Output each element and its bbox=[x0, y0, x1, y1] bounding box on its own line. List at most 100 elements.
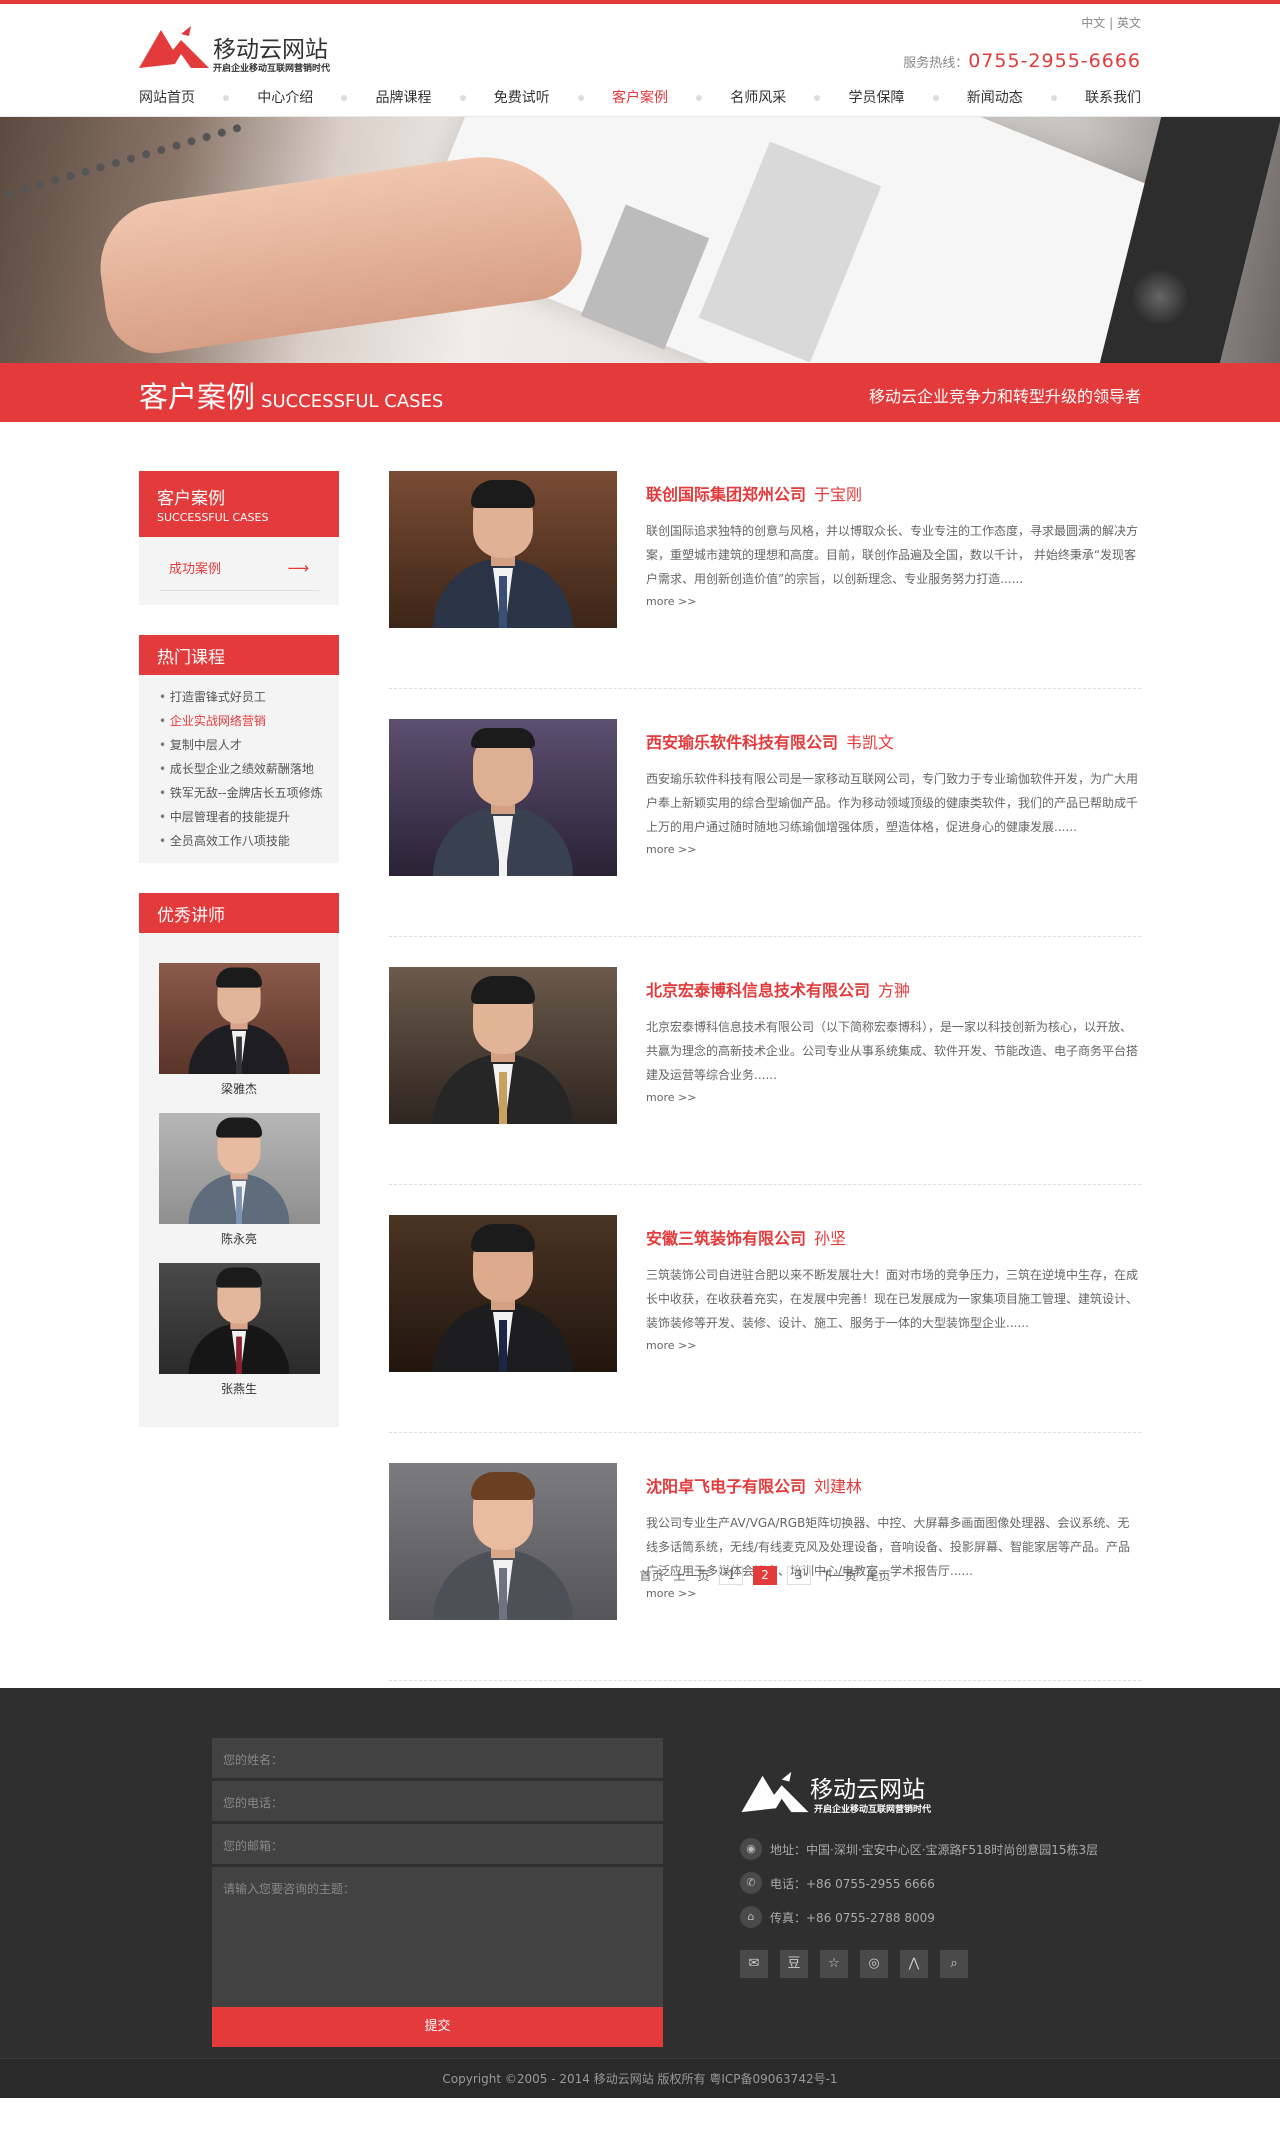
case-photo[interactable] bbox=[389, 1463, 617, 1620]
course-item[interactable]: 全员高效工作八项技能 bbox=[159, 829, 339, 853]
site-footer: 您的姓名： 您的电话： 您的邮箱： 请输入您要咨询的主题： 提交 移动云网站 开… bbox=[0, 1688, 1280, 2098]
site-logo[interactable]: 移动云网站 开启企业移动互联网营销时代 bbox=[139, 24, 339, 74]
pager-page-current[interactable]: 2 bbox=[753, 1566, 777, 1585]
nav-separator bbox=[1050, 95, 1057, 101]
main-content: 客户案例 SUCCESSFUL CASES 成功案例 ⟶ 热门课程 打造雷锋式好… bbox=[139, 422, 1141, 1688]
teacher-name: 梁雅杰 bbox=[220, 1082, 257, 1096]
renren-icon[interactable]: ⋀ bbox=[900, 1950, 928, 1978]
course-item[interactable]: 打造雷锋式好员工 bbox=[159, 685, 339, 709]
course-item[interactable]: 中层管理者的技能提升 bbox=[159, 805, 339, 829]
search-icon[interactable]: ⌕ bbox=[940, 1950, 968, 1978]
case-company: 安徽三筑装饰有限公司 bbox=[646, 1229, 807, 1248]
course-item[interactable]: 复制中层人才 bbox=[159, 733, 339, 757]
lang-cn-link[interactable]: 中文 bbox=[1081, 16, 1105, 30]
course-item[interactable]: 企业实战网络营销 bbox=[159, 709, 339, 733]
case-photo[interactable] bbox=[389, 719, 617, 876]
fax-text: 传真：+86 0755-2788 8009 bbox=[770, 1910, 935, 1925]
case-person: 韦凯文 bbox=[846, 733, 895, 752]
star-icon[interactable]: ☆ bbox=[820, 1950, 848, 1978]
nav-news[interactable]: 新闻动态 bbox=[967, 87, 1023, 107]
social-links: ✉ 豆 ☆ ◎ ⋀ ⌕ bbox=[740, 1950, 1120, 1978]
case-photo[interactable] bbox=[389, 967, 617, 1124]
case-title[interactable]: 安徽三筑装饰有限公司 孙坚 bbox=[646, 1225, 1141, 1249]
case-item: 安徽三筑装饰有限公司 孙坚 三筑装饰公司自进驻合肥以来不断发展壮大！面对市场的竞争… bbox=[389, 1215, 1141, 1433]
case-company: 沈阳卓飞电子有限公司 bbox=[646, 1477, 807, 1496]
pager-next[interactable]: 下一页 bbox=[821, 1567, 857, 1584]
case-item: 西安瑜乐软件科技有限公司 韦凯文 西安瑜乐软件科技有限公司是一家移动互联网公司，专… bbox=[389, 719, 1141, 937]
pager-first[interactable]: 首页 bbox=[639, 1567, 663, 1584]
nav-contact[interactable]: 联系我们 bbox=[1085, 87, 1141, 107]
hotline-label: 服务热线： bbox=[903, 56, 969, 71]
email-field[interactable]: 您的邮箱： bbox=[212, 1824, 663, 1864]
lang-separator: | bbox=[1109, 16, 1114, 30]
weibo-icon[interactable]: ◎ bbox=[860, 1950, 888, 1978]
case-photo[interactable] bbox=[389, 471, 617, 628]
language-switch: 中文 | 英文 bbox=[1081, 14, 1141, 31]
hotline: 服务热线：0755-2955-6666 bbox=[903, 50, 1141, 72]
name-field[interactable]: 您的姓名： bbox=[212, 1738, 663, 1778]
pager-page[interactable]: 1 bbox=[719, 1566, 744, 1585]
sidebar-cases-title: 客户案例 bbox=[157, 489, 225, 509]
submit-button[interactable]: 提交 bbox=[212, 2007, 663, 2047]
sidebar-teachers-box: 优秀讲师 梁雅杰 陈永亮 张燕生 bbox=[139, 893, 339, 1427]
sidebar-link-label: 成功案例 bbox=[169, 562, 222, 577]
case-description: 西安瑜乐软件科技有限公司是一家移动互联网公司，专门致力于专业瑜伽软件开发，为广大… bbox=[646, 772, 1139, 834]
pager-page[interactable]: 3 bbox=[786, 1566, 811, 1585]
nav-teachers[interactable]: 名师风采 bbox=[730, 87, 786, 107]
nav-courses[interactable]: 品牌课程 bbox=[376, 87, 432, 107]
case-title[interactable]: 西安瑜乐软件科技有限公司 韦凯文 bbox=[646, 729, 1141, 753]
footer-logo-subtitle: 开启企业移动互联网营销时代 bbox=[814, 1805, 932, 1815]
case-person: 刘建林 bbox=[814, 1477, 863, 1496]
case-person: 孙坚 bbox=[814, 1229, 847, 1248]
phone-field[interactable]: 您的电话： bbox=[212, 1781, 663, 1821]
wechat-icon[interactable]: ✉ bbox=[740, 1950, 768, 1978]
nav-cases[interactable]: 客户案例 bbox=[612, 87, 668, 107]
course-item[interactable]: 铁军无敌--金牌店长五项修炼 bbox=[159, 781, 339, 805]
sidebar: 客户案例 SUCCESSFUL CASES 成功案例 ⟶ 热门课程 打造雷锋式好… bbox=[139, 471, 339, 1457]
case-more-link[interactable]: more >> bbox=[646, 1091, 1141, 1104]
case-title[interactable]: 沈阳卓飞电子有限公司 刘建林 bbox=[646, 1473, 1141, 1497]
location-icon: ◉ bbox=[740, 1838, 762, 1860]
teacher-card[interactable]: 梁雅杰 bbox=[158, 963, 320, 1097]
sidebar-cases-subtitle: SUCCESSFUL CASES bbox=[157, 511, 269, 524]
address-text: 地址：中国·深圳·宝安中心区·宝源路F518时尚创意园15栋3层 bbox=[770, 1842, 1099, 1857]
footer-logo-text: 移动云网站 bbox=[810, 1777, 925, 1803]
case-description: 三筑装饰公司自进驻合肥以来不断发展壮大！面对市场的竞争压力，三筑在逆境中生存，在… bbox=[646, 1268, 1139, 1330]
nav-separator bbox=[223, 95, 230, 101]
case-title[interactable]: 联创国际集团郑州公司 于宝刚 bbox=[646, 481, 1141, 505]
contact-form: 您的姓名： 您的电话： 您的邮箱： 请输入您要咨询的主题： 提交 bbox=[212, 1738, 663, 2047]
teacher-photo bbox=[158, 1263, 320, 1374]
footer-fax: ⌂ 传真：+86 0755-2788 8009 bbox=[740, 1906, 1120, 1928]
sidebar-link-success-cases[interactable]: 成功案例 ⟶ bbox=[159, 551, 319, 591]
pager-last[interactable]: 尾页 bbox=[867, 1567, 891, 1584]
nav-about[interactable]: 中心介绍 bbox=[257, 87, 313, 107]
nav-guarantee[interactable]: 学员保障 bbox=[849, 87, 905, 107]
case-title[interactable]: 北京宏泰博科信息技术有限公司 方翀 bbox=[646, 977, 1141, 1001]
nav-trial[interactable]: 免费试听 bbox=[494, 87, 550, 107]
douban-icon[interactable]: 豆 bbox=[780, 1950, 808, 1978]
case-more-link[interactable]: more >> bbox=[646, 843, 1141, 856]
footer-logo[interactable]: 移动云网站 开启企业移动互联网营销时代 bbox=[740, 1770, 1120, 1816]
case-more-link[interactable]: more >> bbox=[646, 595, 1141, 608]
teacher-card[interactable]: 陈永亮 bbox=[158, 1113, 320, 1247]
pager-prev[interactable]: 上一页 bbox=[673, 1567, 709, 1584]
logo-mark-icon bbox=[139, 26, 209, 68]
teacher-card[interactable]: 张燕生 bbox=[158, 1263, 320, 1397]
hero-banner-image bbox=[0, 117, 1280, 363]
sidebar-teachers-header: 优秀讲师 bbox=[139, 893, 339, 933]
case-photo[interactable] bbox=[389, 1215, 617, 1372]
main-nav: 网站首页 中心介绍 品牌课程 免费试听 客户案例 名师风采 学员保障 新闻动态 … bbox=[139, 87, 1141, 107]
lang-en-link[interactable]: 英文 bbox=[1117, 16, 1141, 30]
case-more-link[interactable]: more >> bbox=[646, 1339, 1141, 1352]
case-company: 联创国际集团郑州公司 bbox=[646, 485, 807, 504]
course-item[interactable]: 成长型企业之绩效薪酬落地 bbox=[159, 757, 339, 781]
nav-separator bbox=[341, 95, 348, 101]
case-list: 联创国际集团郑州公司 于宝刚 联创国际追求独特的创意与风格，并以博取众长、专业专注… bbox=[389, 471, 1141, 1711]
course-list: 打造雷锋式好员工 企业实战网络营销 复制中层人才 成长型企业之绩效薪酬落地 铁军… bbox=[139, 675, 339, 863]
phone-text: 电话：+86 0755-2955 6666 bbox=[770, 1876, 935, 1891]
teacher-name: 陈永亮 bbox=[220, 1232, 257, 1246]
message-textarea[interactable]: 请输入您要咨询的主题： bbox=[212, 1867, 663, 2007]
case-company: 北京宏泰博科信息技术有限公司 bbox=[646, 981, 871, 1000]
nav-home[interactable]: 网站首页 bbox=[139, 87, 195, 107]
case-more-link[interactable]: more >> bbox=[646, 1587, 1141, 1600]
